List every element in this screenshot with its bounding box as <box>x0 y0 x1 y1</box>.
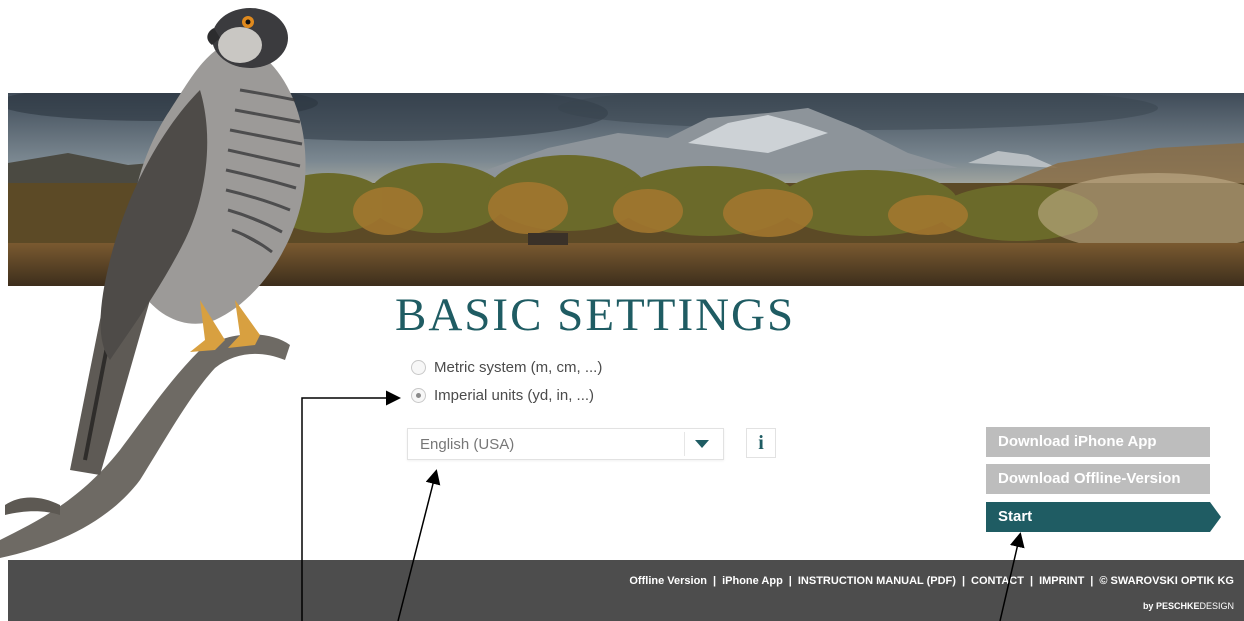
footer-separator: | <box>713 575 717 587</box>
chevron-down-icon <box>695 440 709 448</box>
imperial-radio-button[interactable] <box>411 388 426 403</box>
credit-name: PESCHKE <box>1155 601 1200 611</box>
footer-link-offline-version[interactable]: Offline Version <box>629 575 707 587</box>
start-button[interactable]: Start <box>986 502 1221 532</box>
footer-separator: | <box>1029 575 1034 587</box>
footer-separator: | <box>1090 575 1094 587</box>
footer: Offline Version | iPhone App | INSTRUCTI… <box>8 560 1244 621</box>
info-icon: i <box>758 431 764 454</box>
credit-suffix: DESIGN <box>1199 601 1234 611</box>
designer-credit[interactable]: by PESCHKEDESIGN <box>1143 601 1234 611</box>
selected-dot-icon <box>416 393 421 398</box>
metric-radio-label: Metric system (m, cm, ...) <box>434 359 603 376</box>
footer-link-contact[interactable]: CONTACT <box>971 575 1024 587</box>
footer-link-imprint[interactable]: IMPRINT <box>1039 575 1084 587</box>
imperial-radio-option[interactable]: Imperial units (yd, in, ...) <box>411 387 594 404</box>
info-button[interactable]: i <box>746 428 776 458</box>
credit-prefix: by <box>1142 601 1154 611</box>
footer-links: Offline Version | iPhone App | INSTRUCTI… <box>629 575 1234 587</box>
page-title: BASIC SETTINGS <box>395 289 796 341</box>
footer-link-copyright[interactable]: © SWAROVSKI OPTIK KG <box>1099 575 1234 587</box>
footer-link-instruction-manual[interactable]: INSTRUCTION MANUAL (PDF) <box>798 575 956 587</box>
language-select[interactable]: English (USA) <box>407 428 724 460</box>
footer-separator: | <box>961 575 966 587</box>
metric-radio-button[interactable] <box>411 360 426 375</box>
download-offline-version-button[interactable]: Download Offline-Version <box>986 464 1210 494</box>
metric-radio-option[interactable]: Metric system (m, cm, ...) <box>411 359 602 376</box>
hawk-image <box>0 8 306 558</box>
download-iphone-app-button[interactable]: Download iPhone App <box>986 427 1210 457</box>
footer-link-iphone-app[interactable]: iPhone App <box>722 575 783 587</box>
dropdown-toggle[interactable] <box>684 432 719 456</box>
imperial-radio-label: Imperial units (yd, in, ...) <box>434 387 595 404</box>
footer-separator: | <box>788 575 792 587</box>
language-selected-value: English (USA) <box>420 436 515 453</box>
